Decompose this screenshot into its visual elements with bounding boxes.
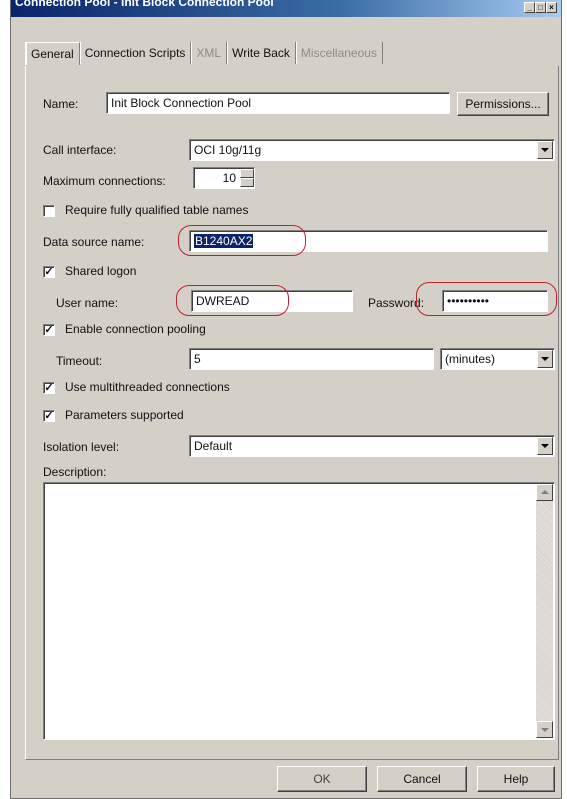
timeout-value: 5: [194, 352, 201, 366]
description-label: Description:: [43, 465, 107, 479]
cancel-button[interactable]: Cancel: [377, 766, 467, 792]
isolation-select[interactable]: Default: [189, 435, 555, 457]
name-label: Name:: [43, 97, 79, 111]
max-connections-label: Maximum connections:: [43, 174, 166, 188]
isolation-label: Isolation level:: [43, 440, 120, 454]
multithreaded-label: Use multithreaded connections: [65, 380, 230, 394]
call-interface-dropdown-icon[interactable]: [537, 141, 553, 159]
pooling-checkbox[interactable]: ✓: [43, 324, 55, 336]
permissions-button[interactable]: Permissions...: [457, 92, 549, 116]
isolation-dropdown-icon[interactable]: [537, 437, 553, 455]
params-checkbox[interactable]: ✓: [43, 410, 55, 422]
connection-pool-dialog: Connection Pool - Init Block Connection …: [10, 0, 562, 799]
ok-button[interactable]: OK: [277, 766, 367, 792]
dsn-label: Data source name:: [43, 235, 145, 249]
tab-write-back[interactable]: Write Back: [227, 42, 296, 64]
require-qualified-checkbox[interactable]: [43, 205, 55, 217]
max-connections-spinner[interactable]: [240, 169, 254, 187]
timeout-unit-value: (minutes): [445, 352, 496, 366]
description-scrollbar[interactable]: [536, 484, 553, 738]
tab-xml: XML: [191, 42, 228, 64]
shared-logon-checkbox[interactable]: ✓: [43, 266, 55, 278]
tab-general[interactable]: General: [25, 42, 80, 65]
password-highlight-oval: [416, 282, 557, 316]
username-label: User name:: [56, 296, 119, 310]
close-icon[interactable]: ×: [546, 2, 557, 13]
window-controls: _ □ ×: [524, 2, 557, 13]
scroll-down-icon[interactable]: [536, 721, 553, 738]
call-interface-select[interactable]: OCI 10g/11g: [189, 139, 555, 161]
timeout-input[interactable]: 5: [189, 348, 434, 370]
isolation-value: Default: [194, 439, 233, 453]
minimize-icon[interactable]: _: [524, 2, 535, 13]
maximize-icon[interactable]: □: [535, 2, 546, 13]
multithreaded-checkbox[interactable]: ✓: [43, 382, 55, 394]
pooling-label: Enable connection pooling: [65, 322, 206, 336]
require-qualified-label: Require fully qualified table names: [65, 203, 249, 217]
window-title: Connection Pool - Init Block Connection …: [15, 0, 274, 9]
max-connections-value: 10: [222, 171, 236, 185]
tab-miscellaneous: Miscellaneous: [296, 42, 383, 64]
call-interface-value: OCI 10g/11g: [194, 143, 262, 157]
spin-down-icon[interactable]: [240, 178, 254, 187]
name-input[interactable]: Init Block Connection Pool: [106, 92, 450, 114]
timeout-label: Timeout:: [56, 354, 103, 368]
params-label: Parameters supported: [65, 408, 184, 422]
shared-logon-label: Shared logon: [65, 264, 137, 278]
help-button[interactable]: Help: [477, 766, 555, 792]
description-textarea[interactable]: [43, 482, 555, 740]
tab-strip: General Connection Scripts XML Write Bac…: [25, 42, 383, 66]
timeout-unit-dropdown-icon[interactable]: [537, 350, 553, 368]
spin-up-icon[interactable]: [240, 169, 254, 178]
tab-connection-scripts[interactable]: Connection Scripts: [80, 42, 192, 64]
username-highlight-oval: [176, 285, 289, 316]
scroll-up-icon[interactable]: [536, 484, 553, 501]
title-bar[interactable]: Connection Pool - Init Block Connection …: [11, 0, 561, 17]
dsn-highlight-oval: [178, 225, 306, 256]
call-interface-label: Call interface:: [43, 143, 117, 157]
